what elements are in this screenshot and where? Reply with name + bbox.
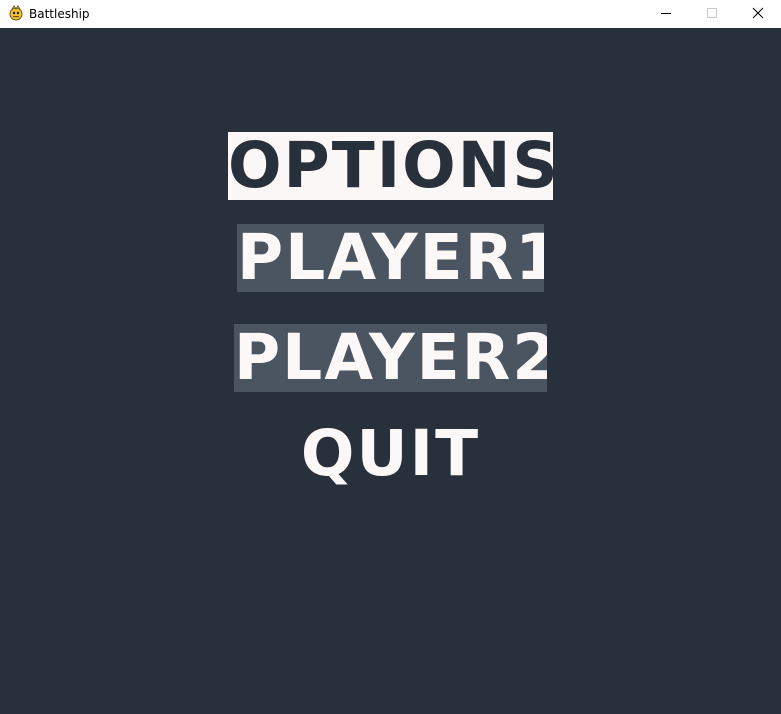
quit-button[interactable]: QUIT: [300, 420, 481, 488]
minimize-button[interactable]: [643, 0, 689, 28]
player1-button[interactable]: PLAYER1: [237, 224, 544, 292]
close-icon: [752, 7, 764, 22]
maximize-button[interactable]: [689, 0, 735, 28]
minimize-icon: [660, 7, 672, 22]
maximize-icon: [706, 7, 718, 22]
title-bar[interactable]: Battleship: [0, 0, 781, 28]
pygame-snake-icon: [8, 5, 24, 21]
close-button[interactable]: [735, 0, 781, 28]
window-title: Battleship: [29, 7, 90, 21]
game-canvas: OPTIONS PLAYER1 PLAYER2 QUIT: [0, 28, 781, 714]
player2-button[interactable]: PLAYER2: [234, 324, 547, 392]
app-window: Battleship OPTIONS PLAYER1 PLAYER2 QUIT: [0, 0, 781, 714]
options-button[interactable]: OPTIONS: [228, 132, 553, 200]
